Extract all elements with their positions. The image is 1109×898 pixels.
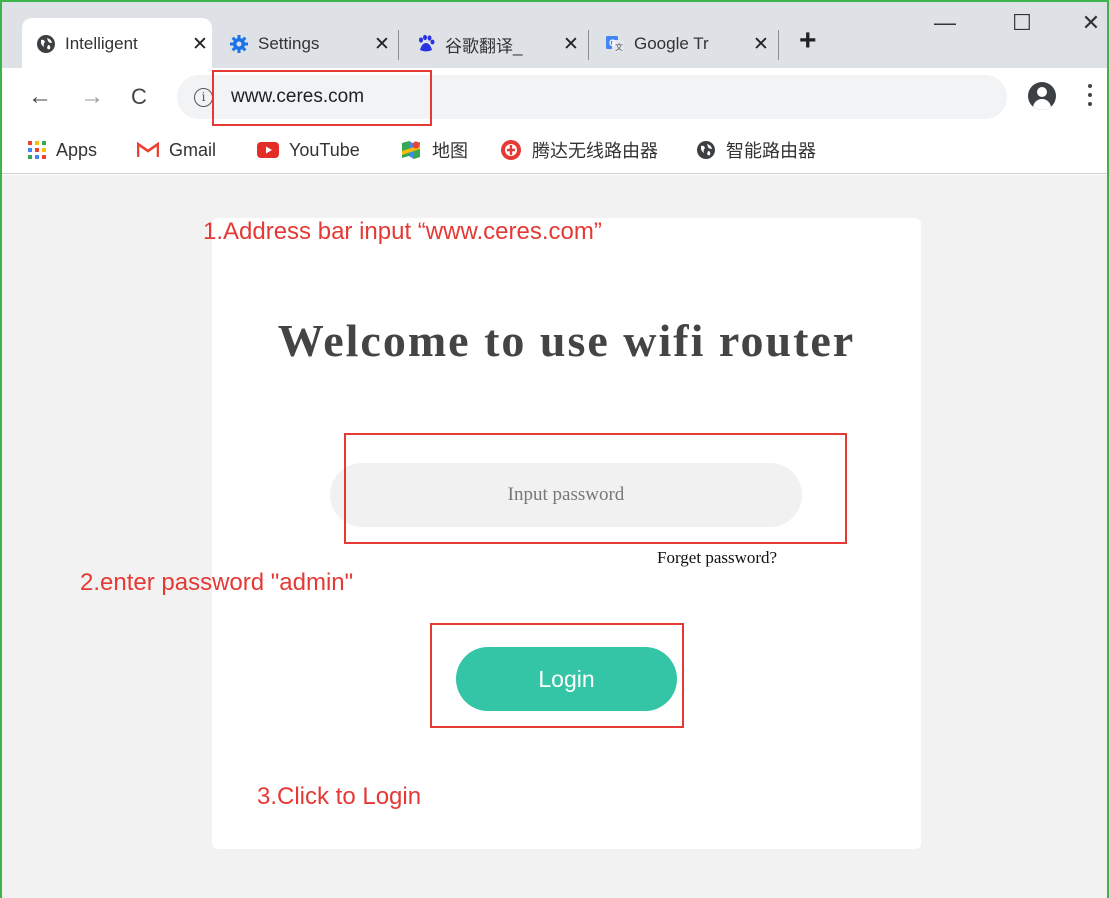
baidu-paw-icon: [416, 34, 436, 54]
close-window-button[interactable]: ✕: [1076, 8, 1106, 38]
globe-icon: [36, 34, 56, 54]
youtube-icon: [257, 142, 279, 158]
back-button[interactable]: ←: [28, 82, 52, 112]
svg-text:文: 文: [615, 42, 623, 52]
login-card: Welcome to use wifi router Forget passwo…: [212, 218, 921, 849]
browser-menu-icon[interactable]: [1087, 84, 1093, 106]
forget-password-link[interactable]: Forget password?: [657, 548, 777, 568]
bookmark-maps[interactable]: 地图: [400, 136, 468, 164]
tab-settings[interactable]: Settings ✕: [229, 18, 394, 70]
annotation-step3: 3.Click to Login: [257, 783, 422, 810]
tab-intelligent[interactable]: Intelligent ✕: [22, 18, 212, 70]
bookmark-label: YouTube: [289, 139, 360, 160]
tab-separator: [588, 30, 589, 60]
address-bar-url[interactable]: www.ceres.com: [231, 86, 364, 108]
tab-title: 谷歌翻译_: [445, 36, 523, 56]
tab-google-translate[interactable]: G文 Google Tr ✕: [605, 18, 773, 70]
tab-separator: [778, 30, 779, 60]
bookmark-gmail[interactable]: Gmail: [137, 136, 216, 164]
bookmark-youtube[interactable]: YouTube: [257, 136, 360, 164]
new-tab-button[interactable]: +: [799, 26, 817, 56]
forward-button[interactable]: →: [80, 82, 104, 112]
tab-strip: Intelligent ✕ Settings ✕ 谷歌翻译_ ✕ G文 Goog…: [2, 2, 1107, 70]
toolbar: ← → C i www.ceres.com: [2, 68, 1107, 128]
bookmarks-bar: Apps Gmail YouTube 地图 腾达无线路由器 智能路由器: [2, 128, 1107, 174]
tenda-icon: [500, 139, 522, 161]
tab-title: Intelligent: [65, 34, 138, 53]
tab-close-icon[interactable]: ✕: [370, 33, 394, 56]
tab-close-icon[interactable]: ✕: [559, 33, 583, 56]
tab-close-icon[interactable]: ✕: [749, 33, 773, 56]
annotation-step2: 2.enter password "admin": [80, 569, 354, 596]
bookmark-label: Apps: [56, 139, 98, 160]
page-content: Welcome to use wifi router Forget passwo…: [2, 175, 1107, 898]
site-info-icon[interactable]: i: [194, 88, 213, 107]
minimize-button[interactable]: —: [930, 8, 960, 38]
address-bar[interactable]: i www.ceres.com: [177, 75, 1007, 119]
bookmark-label: Gmail: [169, 139, 217, 160]
bookmark-smart-router[interactable]: 智能路由器: [696, 136, 816, 164]
annotation-step1: 1.Address bar input “www.ceres.com”: [203, 218, 602, 245]
profile-avatar-icon[interactable]: [1028, 82, 1056, 110]
reload-button[interactable]: C: [131, 82, 147, 112]
apps-grid-icon: [28, 141, 46, 159]
tab-title: Settings: [258, 34, 320, 53]
google-translate-icon: G文: [605, 34, 625, 54]
welcome-heading: Welcome to use wifi router: [277, 315, 856, 366]
password-input[interactable]: [330, 463, 802, 527]
gmail-icon: [137, 142, 159, 158]
bookmark-label: 地图: [432, 141, 468, 161]
settings-gear-icon: [229, 34, 249, 54]
maximize-button[interactable]: ☐: [1007, 8, 1037, 38]
tab-close-icon[interactable]: ✕: [188, 33, 212, 56]
bookmark-tenda[interactable]: 腾达无线路由器: [500, 136, 658, 164]
maps-icon: [400, 139, 422, 161]
bookmark-apps[interactable]: Apps: [28, 136, 97, 164]
tab-separator: [398, 30, 399, 60]
bookmark-label: 腾达无线路由器: [532, 141, 658, 161]
tab-title: Google Tr: [634, 34, 709, 53]
bookmark-label: 智能路由器: [726, 141, 816, 161]
login-button[interactable]: Login: [456, 647, 677, 711]
globe-icon: [696, 140, 716, 160]
tab-google-translate-cn[interactable]: 谷歌翻译_ ✕: [416, 18, 583, 70]
